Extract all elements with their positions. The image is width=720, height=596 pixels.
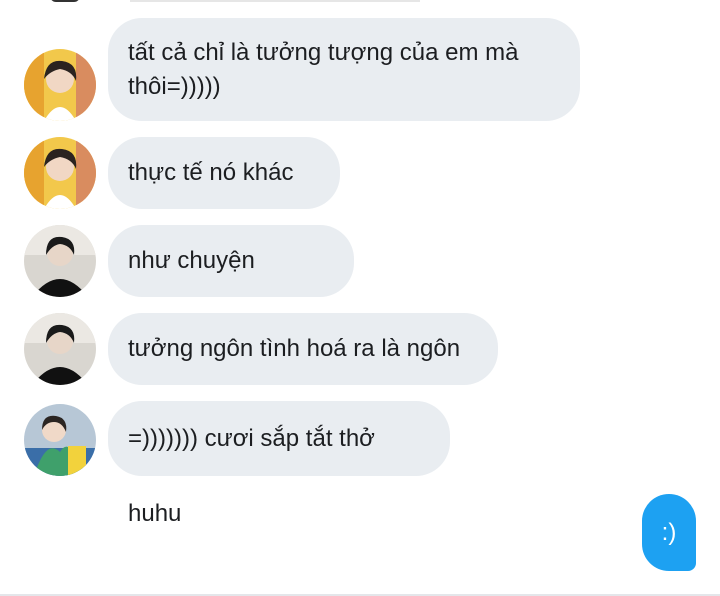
message-bubble[interactable]: thực tế nó khác xa — [108, 137, 340, 258]
message-bubble[interactable]: =))))))) cươi sắp tắt thở huhu — [108, 401, 450, 527]
message-text: =))))))) cươi sắp tắt thở huhu — [128, 425, 375, 527]
sent-message-text: :) — [661, 519, 677, 546]
chat-conversation: tất cả chỉ là tưởng tượng của em mà thôi… — [0, 0, 720, 596]
sent-message-bubble[interactable]: :) — [642, 494, 696, 571]
avatar[interactable] — [24, 225, 96, 297]
message-bubble[interactable]: tưởng ngôn tình hoá ra là ngôn lù — [108, 313, 498, 434]
previous-avatar-edge — [50, 0, 80, 2]
avatar[interactable] — [24, 137, 96, 209]
avatar[interactable] — [24, 404, 96, 476]
message-text: tất cả chỉ là tưởng tượng của em mà — [128, 39, 519, 66]
message-bubble[interactable]: như chuyện hài=)))) — [108, 225, 354, 346]
avatar[interactable] — [24, 49, 96, 121]
message-bubble[interactable]: tất cả chỉ là tưởng tượng của em mà thôi… — [108, 18, 580, 121]
previous-bubble-edge — [130, 0, 420, 2]
avatar[interactable] — [24, 313, 96, 385]
message-text: thôi=))))) — [128, 73, 221, 100]
